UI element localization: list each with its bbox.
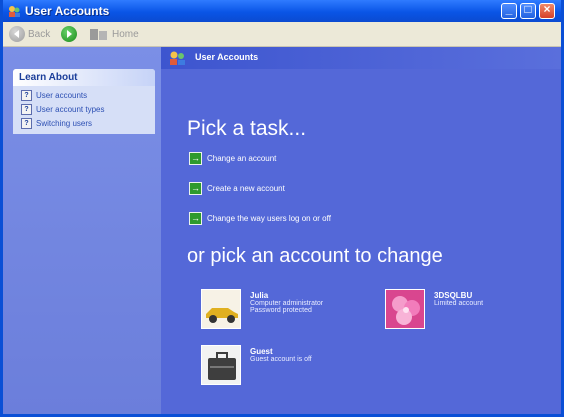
main-content: User Accounts Pick a task... → Change an… xyxy=(161,47,561,414)
sidebar-item-label: Switching users xyxy=(36,118,93,128)
maximize-icon: □ xyxy=(524,2,532,16)
user-accounts-app-icon xyxy=(9,6,20,17)
account-status: Password protected xyxy=(250,307,312,314)
flower-icon xyxy=(385,289,425,329)
minimize-icon: _ xyxy=(505,2,513,16)
green-arrow-icon: → xyxy=(189,182,202,195)
car-icon xyxy=(201,289,241,329)
back-button[interactable]: Back xyxy=(9,25,50,43)
green-arrow-icon: → xyxy=(189,152,202,165)
close-button[interactable]: × xyxy=(539,2,555,19)
user-accounts-window: User Accounts _ □ × Back Home Learn Abou… xyxy=(0,0,564,417)
account-guest[interactable]: Guest Guest account is off xyxy=(201,345,312,385)
help-topic-icon: ? xyxy=(21,89,32,101)
task-label: Change the way users log on or off xyxy=(207,214,331,223)
task-label: Create a new account xyxy=(207,184,285,193)
forward-button[interactable] xyxy=(61,25,77,43)
green-arrow-icon: → xyxy=(189,212,202,225)
account-3dsqlbu[interactable]: 3DSQLBU Limited account xyxy=(385,289,483,329)
account-name: 3DSQLBU xyxy=(434,291,473,300)
sidebar: Learn About ? User accounts ? User accou… xyxy=(3,47,161,414)
account-julia[interactable]: Julia Computer administrator Password pr… xyxy=(201,289,323,329)
home-label: Home xyxy=(112,28,139,40)
change-account-link[interactable]: → Change an account xyxy=(189,152,276,165)
task-label: Change an account xyxy=(207,154,277,163)
minimize-button[interactable]: _ xyxy=(501,2,517,19)
content-header-title: User Accounts xyxy=(195,52,259,62)
pick-account-heading: or pick an account to change xyxy=(187,245,443,267)
maximize-button[interactable]: □ xyxy=(520,2,536,19)
content-header: User Accounts xyxy=(161,47,561,69)
create-account-link[interactable]: → Create a new account xyxy=(189,182,285,195)
pick-task-heading: Pick a task... xyxy=(187,117,307,140)
learn-about-panel: Learn About ? User accounts ? User accou… xyxy=(13,69,155,134)
sidebar-item-switching-users[interactable]: ? Switching users xyxy=(13,116,155,130)
help-topic-icon: ? xyxy=(21,117,32,129)
close-icon: × xyxy=(543,2,551,16)
forward-arrow-icon xyxy=(61,26,77,42)
home-icon xyxy=(90,29,107,40)
sidebar-item-user-account-types[interactable]: ? User account types xyxy=(13,102,155,116)
back-label: Back xyxy=(28,28,51,40)
briefcase-icon xyxy=(201,345,241,385)
account-status: Guest account is off xyxy=(250,356,312,363)
account-name: Guest xyxy=(250,347,273,356)
learn-about-title: Learn About xyxy=(13,69,155,86)
account-name: Julia xyxy=(250,291,269,300)
account-type: Computer administrator xyxy=(250,300,324,307)
user-accounts-icon xyxy=(170,51,185,65)
window-title: User Accounts xyxy=(25,4,110,18)
sidebar-item-label: User account types xyxy=(36,104,105,114)
help-topic-icon: ? xyxy=(21,103,32,115)
back-arrow-icon xyxy=(9,26,25,42)
account-type: Limited account xyxy=(434,300,484,307)
title-bar[interactable]: User Accounts _ □ × xyxy=(3,0,561,22)
home-button[interactable]: Home xyxy=(89,25,139,43)
change-logon-link[interactable]: → Change the way users log on or off xyxy=(189,212,331,225)
toolbar: Back Home xyxy=(3,22,561,47)
sidebar-item-label: User accounts xyxy=(36,90,88,100)
sidebar-item-user-accounts[interactable]: ? User accounts xyxy=(13,88,155,102)
